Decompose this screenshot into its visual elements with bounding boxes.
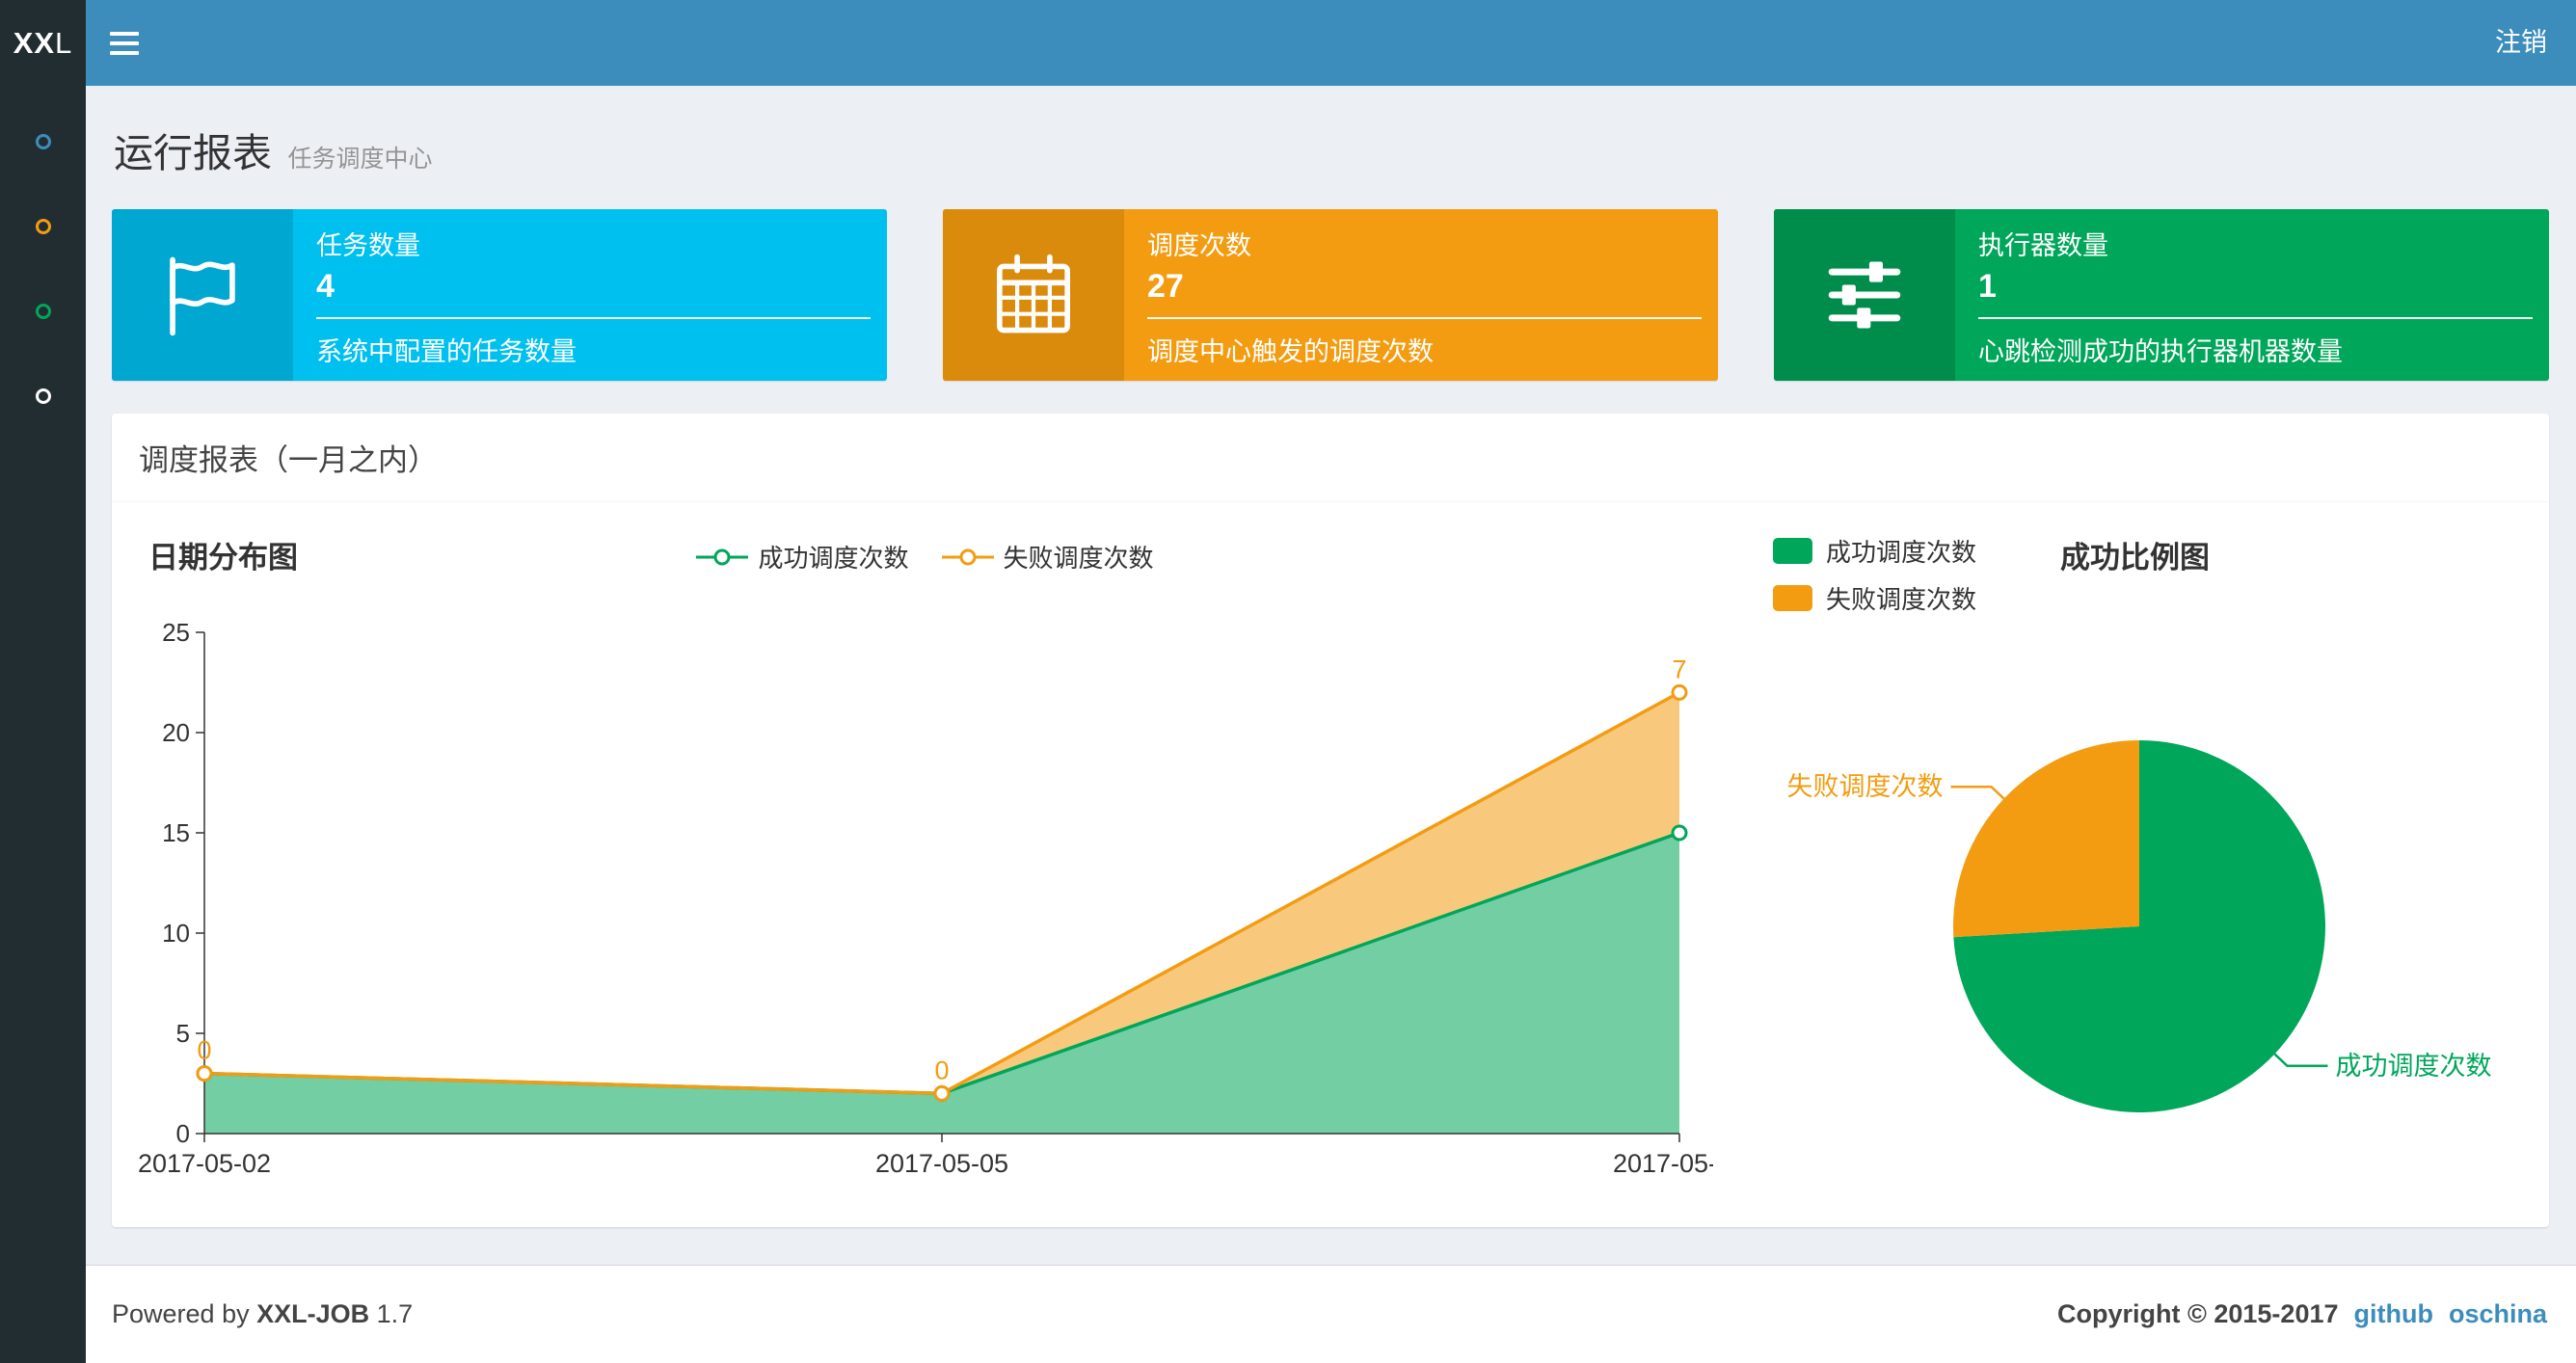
- sidebar-item-job[interactable]: [0, 184, 86, 269]
- product-version: 1.7: [376, 1299, 414, 1328]
- hamburger-icon: [110, 50, 139, 55]
- svg-text:15: 15: [162, 818, 190, 847]
- logout-link[interactable]: 注销: [2466, 0, 2576, 86]
- info-box-desc: 调度中心触发的调度次数: [1147, 337, 1434, 366]
- divider: [1147, 317, 1702, 319]
- legend-item-success[interactable]: 成功调度次数: [1773, 533, 1976, 569]
- footer-copyright: Copyright © 2015-2017 github oschina: [2056, 1299, 2547, 1329]
- circle-icon: [35, 219, 51, 234]
- info-box-number: 4: [316, 268, 335, 305]
- product-name: XXL-JOB: [256, 1299, 370, 1328]
- circle-icon: [35, 134, 51, 149]
- report-panel: 调度报表（一月之内） 日期分布图 成功调度次数 失败调度次数 0 5 10 15…: [112, 414, 2549, 1227]
- line-marker-icon: [696, 548, 749, 565]
- sidebar-item-log[interactable]: [0, 269, 86, 354]
- legend-label: 成功调度次数: [1826, 538, 1977, 567]
- legend-item-fail[interactable]: 失败调度次数: [1773, 580, 1976, 616]
- success-ratio-chart: 成功调度次数 失败调度次数 成功比例图 成功调度次数 失败调度次数: [1771, 531, 2523, 1187]
- legend-label: 成功调度次数: [758, 544, 909, 573]
- calendar-icon: [997, 254, 1070, 334]
- svg-text:成功调度次数: 成功调度次数: [2335, 1052, 2491, 1081]
- pie-chart-canvas: 成功调度次数 失败调度次数: [1787, 740, 2491, 1112]
- legend-label: 失败调度次数: [1003, 544, 1154, 573]
- info-box-triggers: 调度次数 27 调度中心触发的调度次数: [943, 209, 1718, 381]
- sidebar-item-report[interactable]: [0, 99, 86, 184]
- info-box-title: 调度次数: [1147, 231, 1251, 260]
- divider: [316, 317, 871, 319]
- hamburger-icon: [110, 31, 139, 36]
- info-box-title: 任务数量: [316, 231, 420, 260]
- svg-text:20: 20: [162, 718, 190, 747]
- app-logo[interactable]: XX L: [0, 0, 86, 86]
- footer: Powered by XXL-JOB 1.7 Copyright © 2015-…: [86, 1265, 2576, 1363]
- svg-text:0: 0: [934, 1056, 949, 1084]
- info-box-row: 任务数量 4 系统中配置的任务数量 调度次数 27 调度中心触发的调度次数 执行…: [112, 209, 2549, 381]
- svg-text:失败调度次数: 失败调度次数: [1787, 772, 1944, 801]
- pie-chart-legend: 成功调度次数 失败调度次数: [1773, 533, 1976, 616]
- svg-text:2017-05-05: 2017-05-05: [875, 1149, 1008, 1178]
- info-box-jobs: 任务数量 4 系统中配置的任务数量: [112, 209, 887, 381]
- area-chart-legend: 成功调度次数 失败调度次数: [137, 539, 1713, 575]
- footer-powered: Powered by XXL-JOB 1.7: [112, 1299, 414, 1328]
- info-box-number: 27: [1147, 268, 1184, 305]
- svg-text:0: 0: [176, 1119, 190, 1148]
- svg-text:7: 7: [1672, 655, 1686, 683]
- info-box-desc: 系统中配置的任务数量: [316, 337, 577, 366]
- svg-text:25: 25: [162, 618, 190, 647]
- legend-swatch: [1773, 585, 1812, 611]
- sidebar-item-executor[interactable]: [0, 354, 86, 439]
- page-title: 运行报表: [114, 131, 272, 175]
- sliders-icon: [1828, 261, 1901, 329]
- github-link[interactable]: github: [2354, 1299, 2433, 1329]
- logo-text-bold: XX: [13, 25, 56, 60]
- logo-text-rest: L: [55, 25, 73, 60]
- svg-text:2017-05-02: 2017-05-02: [138, 1149, 271, 1178]
- pie-chart-title: 成功比例图: [2060, 541, 2210, 575]
- flag-icon: [170, 256, 235, 336]
- circle-icon: [35, 388, 51, 404]
- legend-item-success[interactable]: 成功调度次数: [696, 539, 909, 575]
- hamburger-icon: [110, 40, 139, 45]
- date-distribution-chart: 日期分布图 成功调度次数 失败调度次数 0 5 10 15 20 25 2017…: [137, 531, 1713, 1187]
- oschina-link[interactable]: oschina: [2449, 1299, 2547, 1329]
- page-header: 运行报表 任务调度中心: [112, 86, 2549, 188]
- legend-label: 失败调度次数: [1826, 585, 1977, 614]
- info-box-number: 1: [1978, 268, 1997, 305]
- info-box-desc: 心跳检测成功的执行器机器数量: [1978, 337, 2343, 366]
- circle-icon: [35, 304, 51, 319]
- sidebar: [0, 86, 86, 1363]
- line-marker-icon: [941, 548, 994, 565]
- page-subtitle: 任务调度中心: [287, 146, 433, 173]
- divider: [1978, 317, 2533, 319]
- svg-text:0: 0: [197, 1036, 211, 1065]
- svg-text:5: 5: [176, 1019, 190, 1048]
- info-box-title: 执行器数量: [1978, 231, 2108, 260]
- legend-item-fail[interactable]: 失败调度次数: [941, 539, 1154, 575]
- area-chart-canvas: 05101520252017-05-022017-05-052017-05-08…: [138, 618, 1713, 1178]
- svg-text:10: 10: [162, 919, 190, 948]
- svg-text:2017-05-08: 2017-05-08: [1613, 1149, 1713, 1178]
- top-navbar: XX L 注销: [0, 0, 2576, 86]
- panel-title: 调度报表（一月之内）: [112, 414, 2549, 502]
- legend-swatch: [1773, 538, 1812, 564]
- sidebar-toggle-button[interactable]: [86, 0, 163, 86]
- content-area: 运行报表 任务调度中心 任务数量 4 系统中配置的任务数量 调度次数 27 调度…: [86, 86, 2576, 1265]
- info-box-executors: 执行器数量 1 心跳检测成功的执行器机器数量: [1774, 209, 2549, 381]
